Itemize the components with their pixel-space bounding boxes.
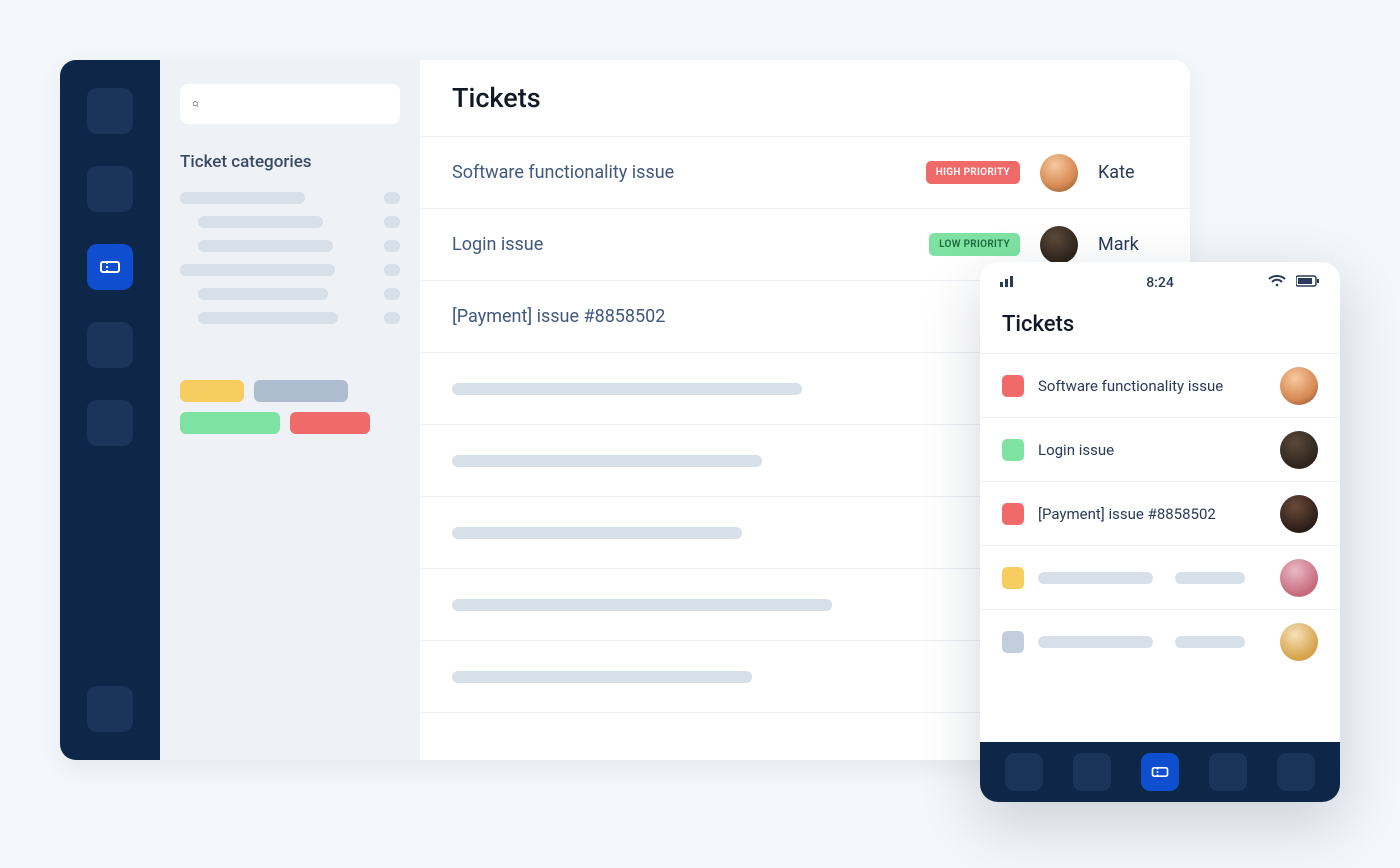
- ticket-title-skeleton: [452, 671, 752, 683]
- ticket-title-skeleton: [452, 599, 832, 611]
- mobile-nav-2[interactable]: [1073, 753, 1111, 791]
- category-count-skeleton: [384, 192, 400, 204]
- category-label-skeleton: [198, 240, 333, 252]
- assignee-avatar: [1280, 495, 1318, 533]
- ticket-title-skeleton: [452, 383, 802, 395]
- ticket-title-skeleton: [452, 455, 762, 467]
- priority-square: [1002, 439, 1024, 461]
- status-bar: 8:24: [980, 262, 1340, 304]
- mobile-ticket-title: Login issue: [1038, 441, 1266, 459]
- nav-rail: [60, 60, 160, 760]
- title-skeleton: [1175, 636, 1245, 648]
- tag-filter[interactable]: [290, 412, 370, 434]
- mobile-ticket-title: Software functionality issue: [1038, 377, 1266, 395]
- assignee-avatar: [1280, 431, 1318, 469]
- signal-icon: [1000, 275, 1016, 291]
- title-skeleton: [1038, 636, 1153, 648]
- assignee-name: Mark: [1098, 234, 1158, 255]
- assignee-name: Kate: [1098, 162, 1158, 183]
- category-item[interactable]: [160, 210, 420, 234]
- ticket-icon: [1150, 762, 1170, 782]
- mobile-ticket-row[interactable]: Login issue: [980, 417, 1340, 481]
- category-count-skeleton: [384, 216, 400, 228]
- nav-item-2[interactable]: [87, 166, 133, 212]
- priority-badge: HIGH PRIORITY: [926, 161, 1020, 184]
- mobile-title: Tickets: [1002, 312, 1318, 337]
- category-item[interactable]: [160, 306, 420, 330]
- mobile-ticket-row[interactable]: Software functionality issue: [980, 353, 1340, 417]
- ticket-title-skeleton: [452, 527, 742, 539]
- priority-badge: LOW PRIORITY: [929, 233, 1020, 256]
- battery-icon: [1296, 275, 1320, 291]
- mobile-app: 8:24 Tickets Software functionality issu…: [980, 262, 1340, 802]
- page-title: Tickets: [452, 82, 1158, 114]
- nav-item-4[interactable]: [87, 322, 133, 368]
- assignee-avatar: [1040, 226, 1078, 264]
- priority-square: [1002, 503, 1024, 525]
- categories-heading: Ticket categories: [180, 152, 400, 172]
- mobile-header: Tickets: [980, 304, 1340, 353]
- category-count-skeleton: [384, 288, 400, 300]
- title-skeleton: [1175, 572, 1245, 584]
- ticket-title: [Payment] issue #8858502: [452, 306, 665, 327]
- category-count-skeleton: [384, 312, 400, 324]
- ticket-title: Software functionality issue: [452, 162, 674, 183]
- category-item[interactable]: [160, 258, 420, 282]
- sidebar: Ticket categories: [160, 60, 420, 760]
- priority-square: [1002, 567, 1024, 589]
- category-label-skeleton: [198, 288, 328, 300]
- tag-filter[interactable]: [180, 380, 244, 402]
- category-count-skeleton: [384, 240, 400, 252]
- main-header: Tickets: [420, 60, 1190, 137]
- mobile-nav: [980, 742, 1340, 802]
- assignee-avatar: [1280, 623, 1318, 661]
- category-label-skeleton: [198, 216, 323, 228]
- tag-filter[interactable]: [180, 412, 280, 434]
- mobile-nav-5[interactable]: [1277, 753, 1315, 791]
- category-label-skeleton: [180, 192, 305, 204]
- ticket-row[interactable]: Software functionality issue HIGH PRIORIT…: [420, 137, 1190, 209]
- tag-filters: [180, 380, 400, 434]
- mobile-nav-tickets[interactable]: [1141, 753, 1179, 791]
- clock: 8:24: [1146, 275, 1174, 291]
- tag-filter[interactable]: [254, 380, 348, 402]
- mobile-ticket-row-skeleton: [980, 609, 1340, 673]
- mobile-ticket-title: [Payment] issue #8858502: [1038, 505, 1266, 523]
- search-icon: [192, 95, 199, 113]
- ticket-title: Login issue: [452, 234, 543, 255]
- mobile-nav-1[interactable]: [1005, 753, 1043, 791]
- category-item[interactable]: [160, 282, 420, 306]
- priority-square: [1002, 631, 1024, 653]
- assignee-avatar: [1280, 367, 1318, 405]
- assignee-avatar: [1280, 559, 1318, 597]
- title-skeleton: [1038, 572, 1153, 584]
- category-list: [160, 186, 420, 330]
- ticket-icon: [98, 255, 122, 279]
- wifi-icon: [1268, 274, 1286, 292]
- nav-item-tickets[interactable]: [87, 244, 133, 290]
- priority-square: [1002, 375, 1024, 397]
- mobile-ticket-row[interactable]: [Payment] issue #8858502: [980, 481, 1340, 545]
- mobile-ticket-row-skeleton: [980, 545, 1340, 609]
- category-label-skeleton: [198, 312, 338, 324]
- search-input[interactable]: [180, 84, 400, 124]
- category-count-skeleton: [384, 264, 400, 276]
- category-item[interactable]: [160, 234, 420, 258]
- mobile-nav-4[interactable]: [1209, 753, 1247, 791]
- nav-item-1[interactable]: [87, 88, 133, 134]
- nav-item-5[interactable]: [87, 400, 133, 446]
- category-label-skeleton: [180, 264, 335, 276]
- category-item[interactable]: [160, 186, 420, 210]
- search-field[interactable]: [207, 96, 388, 112]
- nav-item-bottom[interactable]: [87, 686, 133, 732]
- assignee-avatar: [1040, 154, 1078, 192]
